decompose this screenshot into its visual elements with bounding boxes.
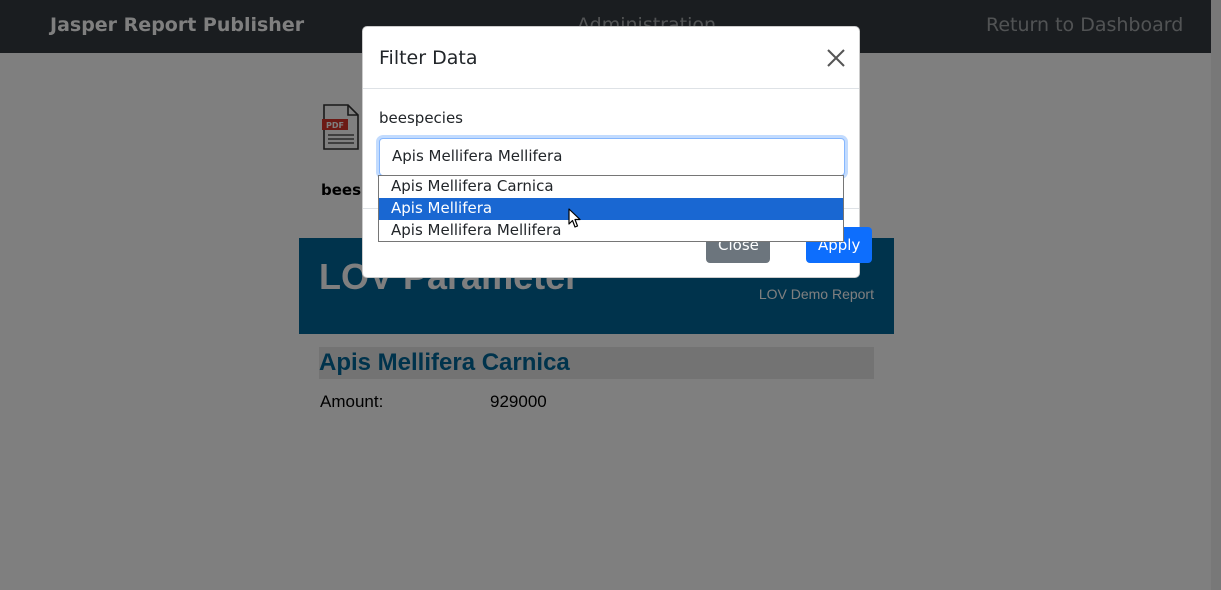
dropdown-option-highlighted[interactable]: Apis Mellifera [379, 198, 843, 220]
beespecies-select[interactable]: Apis Mellifera Mellifera [379, 138, 845, 176]
close-icon[interactable] [826, 48, 846, 68]
dropdown-option[interactable]: Apis Mellifera Mellifera [379, 220, 843, 242]
beespecies-dropdown-list[interactable]: Apis Mellifera Carnica Apis Mellifera Ap… [378, 175, 844, 242]
modal-header: Filter Data [363, 27, 859, 89]
modal-title: Filter Data [379, 47, 478, 69]
dropdown-option[interactable]: Apis Mellifera Carnica [379, 176, 843, 198]
beespecies-label: beespecies [379, 109, 464, 127]
mouse-pointer-icon [568, 208, 581, 228]
